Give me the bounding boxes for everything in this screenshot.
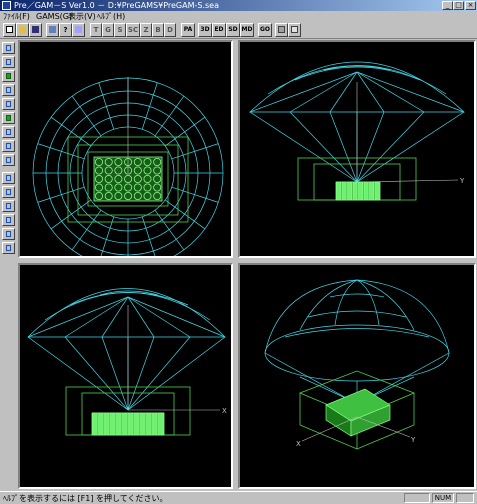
go-button[interactable]: GO: [258, 23, 272, 37]
title-bar: Pre／GAM－S Ver1.0 － D:¥PreGAMS¥PreGAM-S.s…: [0, 0, 477, 11]
minimize-button[interactable]: _: [442, 1, 453, 10]
x-axis-label-3d: X: [296, 440, 301, 448]
tool-icon: [6, 87, 11, 93]
tool-icon: [6, 189, 11, 195]
side-view-y-drawing: Y: [249, 61, 465, 201]
y-axis-label-3d: Y: [410, 436, 416, 444]
tool-icon: [6, 217, 11, 223]
left-tool-15[interactable]: [2, 242, 15, 254]
s-button[interactable]: S: [114, 23, 126, 37]
left-tool-1[interactable]: [2, 42, 15, 54]
help-query-button[interactable]: ?: [59, 23, 72, 37]
app-icon[interactable]: [2, 1, 11, 10]
left-toolbar: [0, 39, 17, 491]
tool-button-2[interactable]: [72, 23, 85, 37]
about-button[interactable]: [288, 23, 301, 37]
tool-icon: [6, 175, 11, 181]
left-tool-9[interactable]: [2, 154, 15, 166]
left-tool-3[interactable]: [2, 70, 15, 82]
save-file-button[interactable]: [29, 23, 42, 37]
left-tool-8[interactable]: [2, 140, 15, 152]
g-button[interactable]: G: [102, 23, 114, 37]
toolbar: ? T G S SC Z B D PA 3D ED SD MD GO: [0, 22, 477, 39]
t-button[interactable]: T: [90, 23, 102, 37]
left-tool-7[interactable]: [2, 126, 15, 138]
3d-view-drawing: X Y: [264, 279, 450, 450]
maximize-button[interactable]: □: [453, 1, 464, 10]
menu-file[interactable]: ﾌｧｲﾙ(F): [3, 11, 30, 22]
z-button[interactable]: Z: [140, 23, 152, 37]
viewport-top-view[interactable]: [18, 40, 233, 258]
b-button[interactable]: B: [152, 23, 164, 37]
status-num-indicator: NUM: [432, 493, 454, 503]
left-tool-5[interactable]: [2, 98, 15, 110]
tool-icon: [6, 115, 11, 121]
sd-button[interactable]: SD: [226, 23, 240, 37]
viewport-side-view-x[interactable]: X: [18, 263, 233, 489]
pa-button[interactable]: PA: [181, 23, 195, 37]
new-file-button[interactable]: [3, 23, 16, 37]
menu-bar: ﾌｧｲﾙ(F) GAMS(G) 表示(V) ﾍﾙﾌﾟ(H): [0, 11, 477, 22]
status-pane-empty: [404, 493, 430, 503]
left-tool-6[interactable]: [2, 112, 15, 124]
save-icon: [32, 26, 39, 33]
viewport-3d-view[interactable]: X Y: [238, 263, 476, 489]
question-icon: ?: [63, 26, 68, 34]
d-button[interactable]: D: [164, 23, 176, 37]
tool-icon: [6, 129, 11, 135]
tool-icon: [75, 26, 82, 33]
about-icon: [291, 26, 298, 33]
left-tool-4[interactable]: [2, 84, 15, 96]
tool-icon: [6, 101, 11, 107]
status-bar: ﾍﾙﾌﾟを表示するには [F1] を押してください。 NUM: [0, 491, 477, 504]
left-tool-10[interactable]: [2, 172, 15, 184]
tool-icon: [6, 143, 11, 149]
ed-button[interactable]: ED: [212, 23, 226, 37]
left-tool-2[interactable]: [2, 56, 15, 68]
new-file-icon: [6, 26, 13, 33]
sc-button[interactable]: SC: [126, 23, 140, 37]
status-pane-empty-2: [456, 493, 474, 503]
menu-help[interactable]: ﾍﾙﾌﾟ(H): [97, 11, 125, 22]
y-axis-label: Y: [459, 177, 465, 185]
tool-icon: [6, 245, 11, 251]
folder-icon: [19, 26, 26, 33]
tool-icon: [6, 59, 11, 65]
left-tool-12[interactable]: [2, 200, 15, 212]
left-tool-13[interactable]: [2, 214, 15, 226]
left-tool-11[interactable]: [2, 186, 15, 198]
menu-view[interactable]: 表示(V): [68, 11, 96, 22]
tool-icon: [6, 203, 11, 209]
menu-gams[interactable]: GAMS(G): [36, 11, 72, 22]
tool-button-1[interactable]: [46, 23, 59, 37]
left-tool-14[interactable]: [2, 228, 15, 240]
side-view-x-drawing: X: [27, 288, 227, 436]
close-button[interactable]: ×: [465, 1, 476, 10]
tool-icon: [6, 231, 11, 237]
print-button[interactable]: [275, 23, 288, 37]
tool-icon: [6, 45, 11, 51]
window-title: Pre／GAM－S Ver1.0 － D:¥PreGAMS¥PreGAM-S.s…: [14, 1, 219, 10]
viewport-side-view-y[interactable]: Y: [238, 40, 476, 258]
x-axis-label: X: [222, 407, 227, 415]
3d-button[interactable]: 3D: [198, 23, 212, 37]
md-button[interactable]: MD: [240, 23, 254, 37]
top-view-drawing: [32, 77, 224, 256]
tool-icon: [6, 157, 11, 163]
open-file-button[interactable]: [16, 23, 29, 37]
status-help-text: ﾍﾙﾌﾟを表示するには [F1] を押してください。: [3, 494, 168, 503]
print-icon: [278, 26, 285, 33]
tool-icon: [6, 73, 11, 79]
tool-icon: [49, 26, 56, 33]
